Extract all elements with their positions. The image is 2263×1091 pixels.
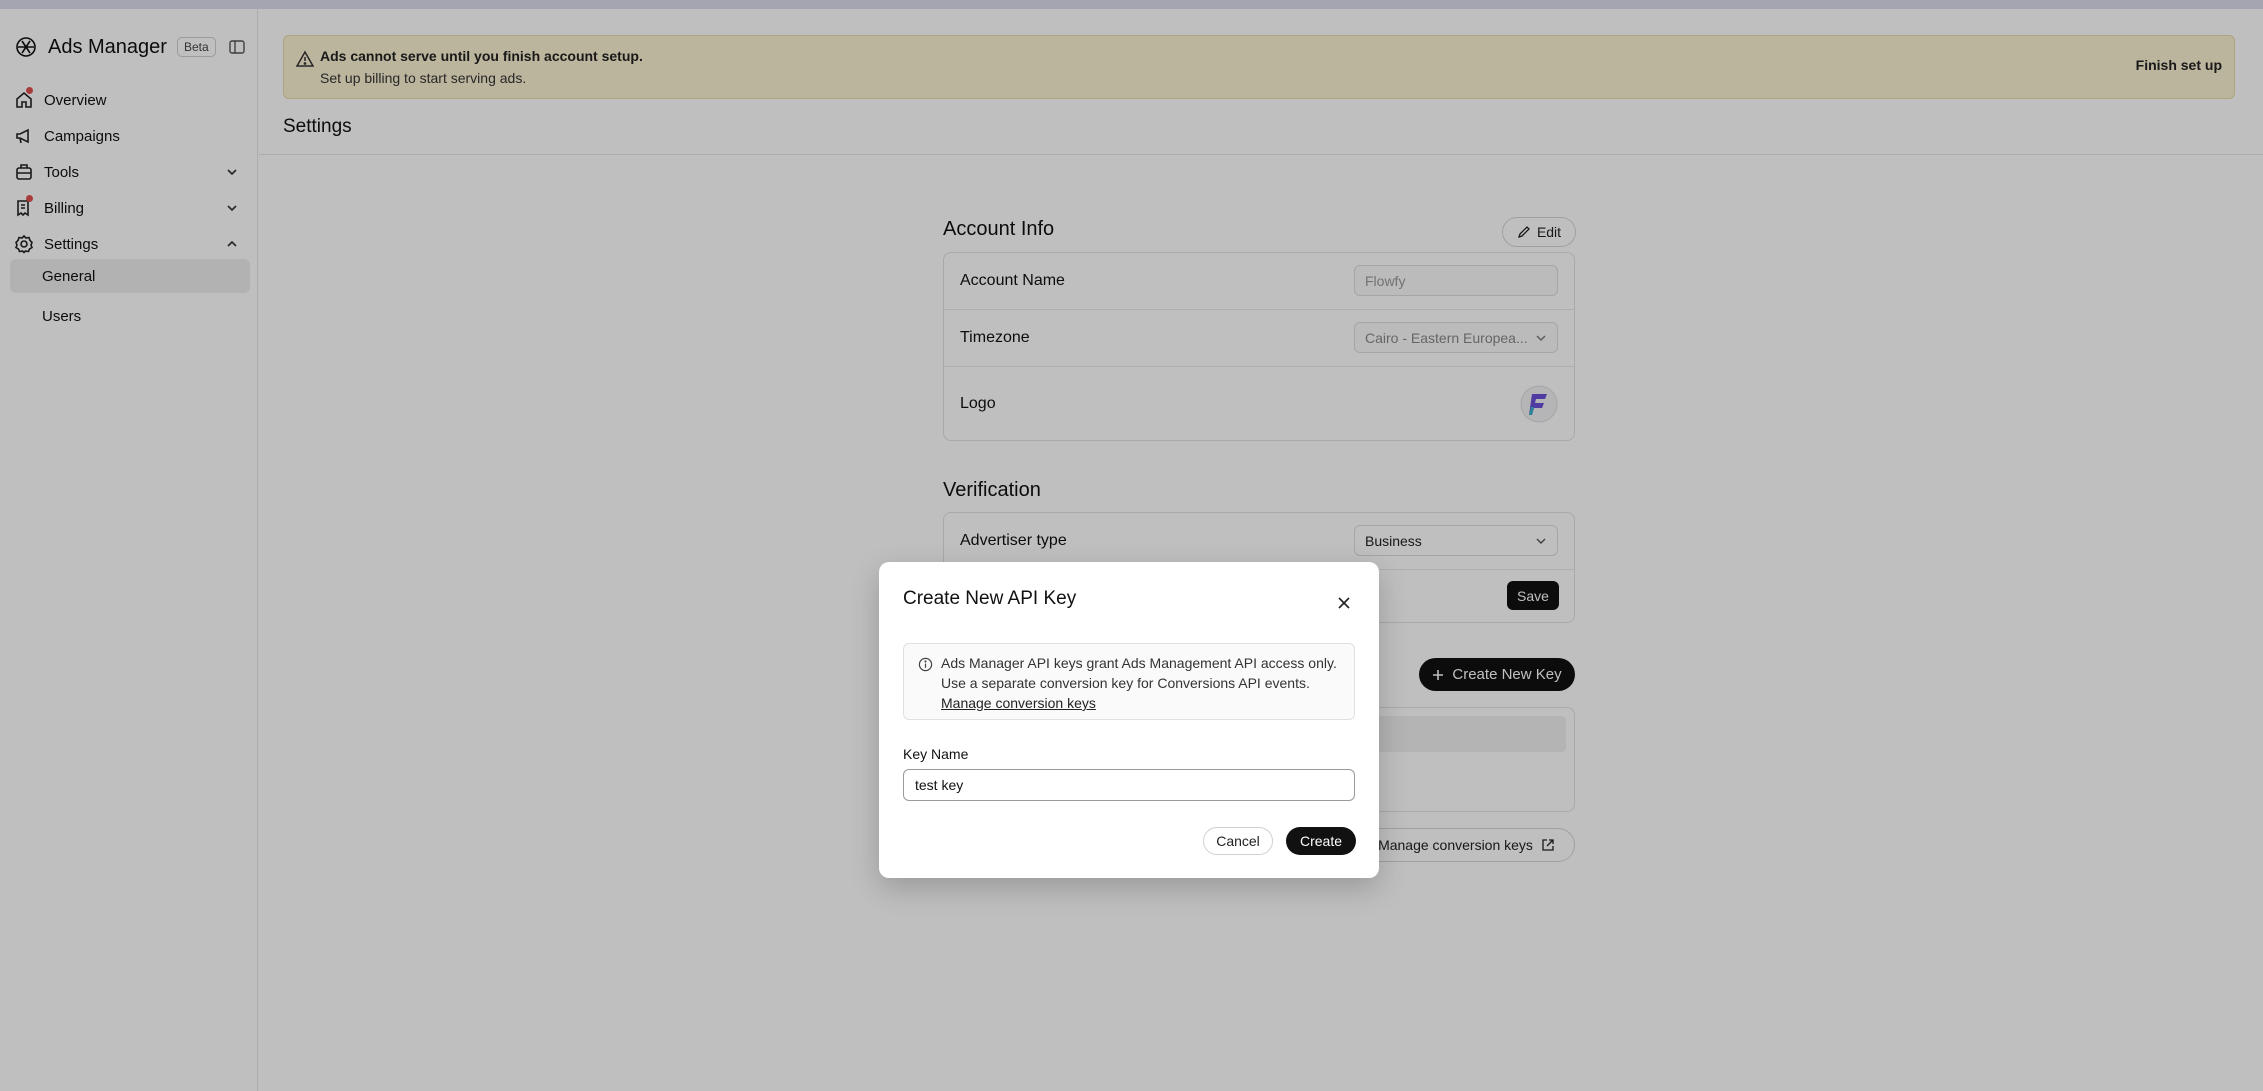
manage-conversion-keys-link[interactable]: Manage conversion keys	[941, 695, 1096, 711]
modal-backdrop[interactable]	[0, 0, 2263, 1091]
info-callout: Ads Manager API keys grant Ads Managemen…	[903, 643, 1355, 720]
key-name-label: Key Name	[903, 746, 969, 762]
cancel-button[interactable]: Cancel	[1203, 827, 1273, 855]
close-icon[interactable]	[1337, 596, 1351, 610]
modal-title: Create New API Key	[903, 588, 1077, 609]
create-api-key-modal: Create New API Key Ads Manager API keys …	[879, 562, 1379, 878]
info-text: Ads Manager API keys grant Ads Managemen…	[941, 655, 1337, 691]
info-text-block: Ads Manager API keys grant Ads Managemen…	[941, 653, 1351, 713]
key-name-input[interactable]	[903, 769, 1355, 801]
create-button[interactable]: Create	[1286, 827, 1356, 855]
info-icon	[918, 657, 933, 672]
